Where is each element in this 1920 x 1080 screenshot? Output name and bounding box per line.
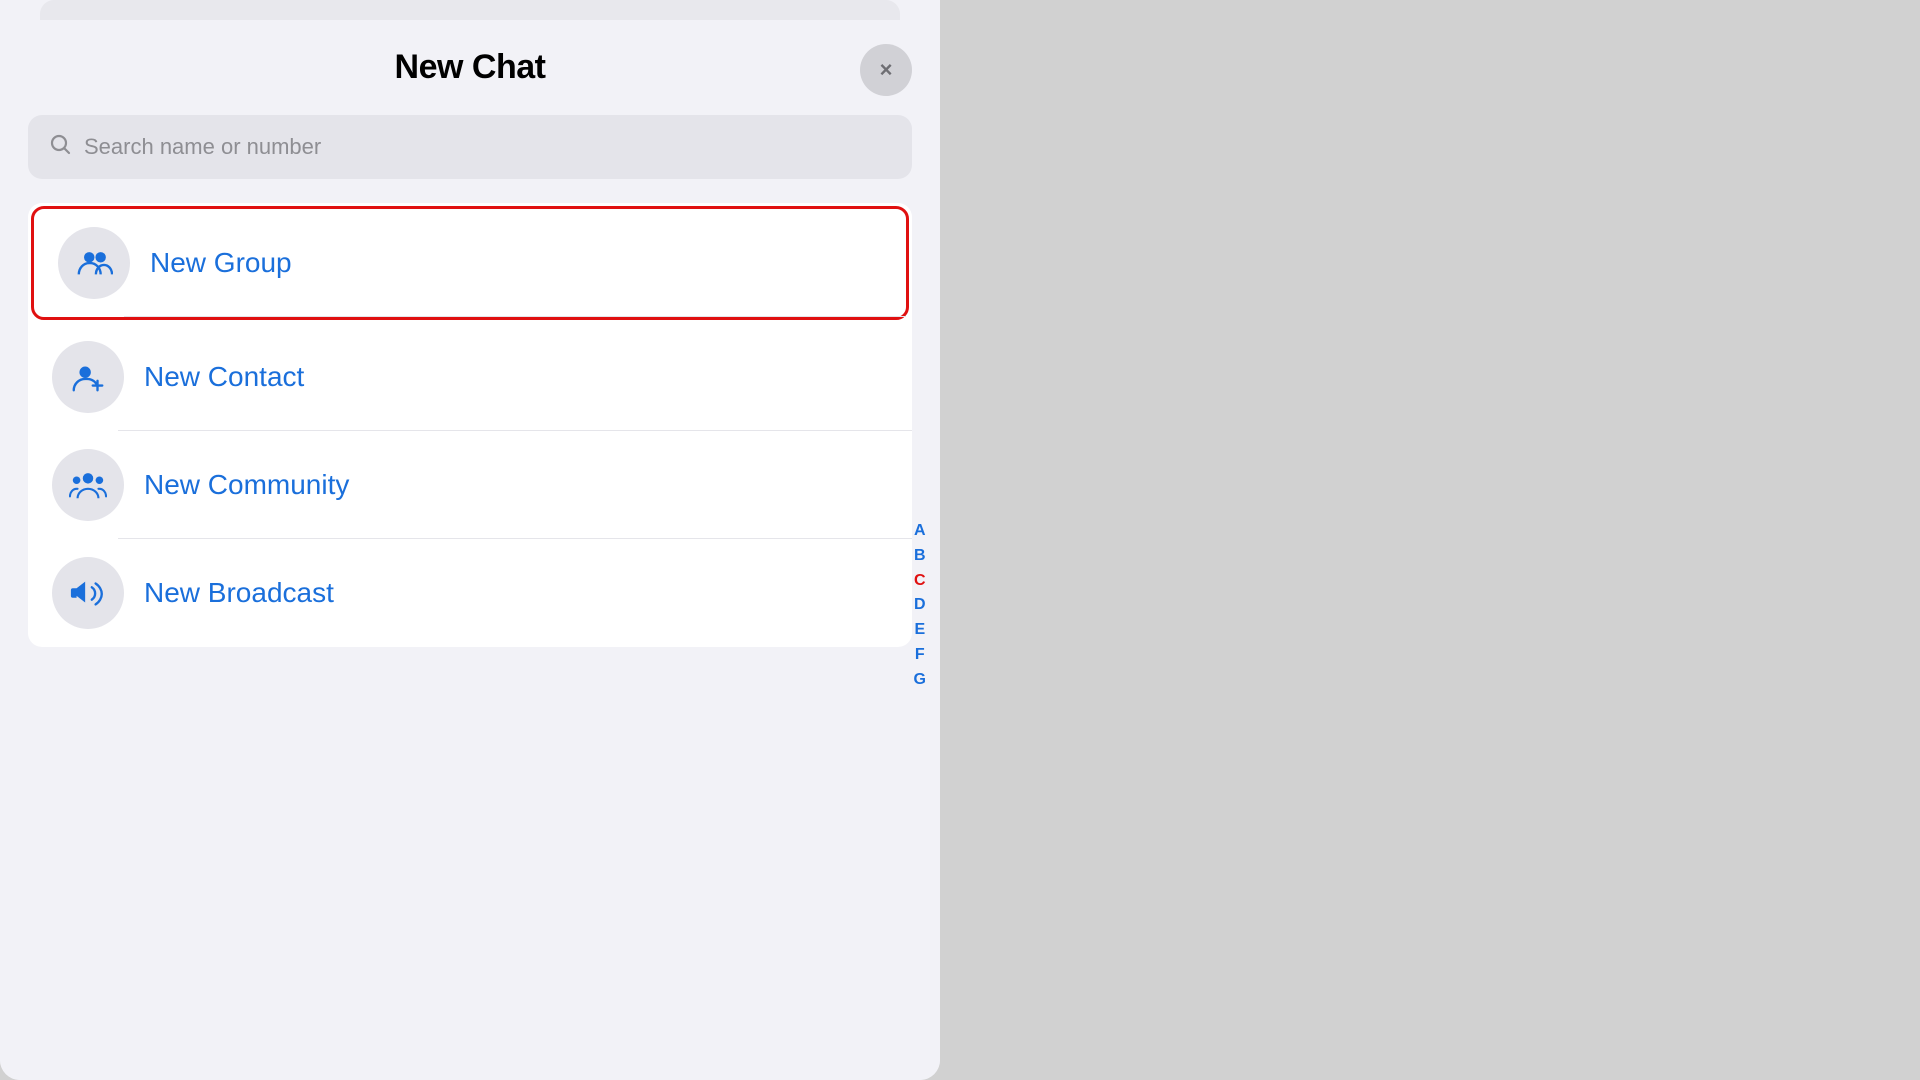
new-broadcast-icon-wrap: [52, 557, 124, 629]
alpha-F[interactable]: F: [911, 644, 929, 667]
community-icon: [69, 466, 107, 504]
search-container: [0, 103, 940, 203]
alpha-G[interactable]: G: [910, 669, 930, 692]
alpha-A[interactable]: A: [910, 520, 930, 543]
menu-list: New Group New Contact: [28, 203, 912, 647]
new-community-icon-wrap: [52, 449, 124, 521]
menu-item-new-community[interactable]: New Community: [28, 431, 912, 539]
menu-item-new-contact[interactable]: New Contact: [28, 323, 912, 431]
menu-item-new-broadcast[interactable]: New Broadcast: [28, 539, 912, 647]
new-broadcast-label: New Broadcast: [144, 577, 334, 609]
new-group-label: New Group: [150, 247, 292, 279]
group-icon: [75, 244, 113, 282]
modal-container: New Chat ×: [0, 0, 940, 1080]
search-input[interactable]: [84, 134, 892, 160]
close-button[interactable]: ×: [860, 44, 912, 96]
alpha-B[interactable]: B: [910, 545, 930, 568]
new-contact-icon-wrap: [52, 341, 124, 413]
search-box: [28, 115, 912, 179]
menu-item-new-group[interactable]: New Group: [34, 209, 906, 317]
broadcast-icon: [69, 574, 107, 612]
alpha-E[interactable]: E: [910, 619, 929, 642]
alpha-D[interactable]: D: [910, 594, 930, 617]
modal-title: New Chat: [395, 48, 546, 87]
close-icon: ×: [880, 57, 893, 83]
search-icon: [48, 132, 72, 162]
new-group-icon-wrap: [58, 227, 130, 299]
modal-header: New Chat ×: [0, 20, 940, 103]
contact-icon: [69, 358, 107, 396]
alpha-C[interactable]: C: [910, 570, 930, 593]
new-community-label: New Community: [144, 469, 349, 501]
new-contact-label: New Contact: [144, 361, 304, 393]
alphabet-sidebar: A B C D E F G: [910, 520, 930, 692]
modal-sheet: New Chat ×: [0, 20, 940, 1080]
